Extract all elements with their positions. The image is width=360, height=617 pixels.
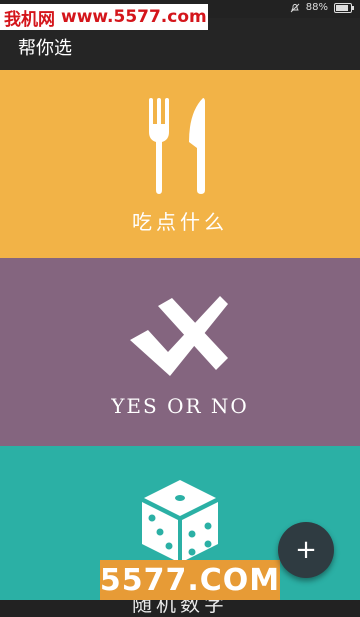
watermark-top: 我机网 www.5577.com [0,4,208,30]
watermark-bottom: 5577.COM [100,560,280,600]
plus-icon: + [295,535,317,565]
watermark-site-name: 我机网 [4,9,55,30]
card-what-to-eat[interactable]: 吃点什么 [0,70,360,258]
card-yes-or-no[interactable]: YES OR NO [0,258,360,446]
dice-icon [142,480,218,562]
card-label-what-to-eat: 吃点什么 [132,210,228,234]
check-cross-icon [130,296,228,376]
battery-percent: 88% [305,2,328,13]
add-button[interactable]: + [278,522,334,578]
battery-icon [334,2,354,13]
watermark-url: www.5577.com [61,7,207,27]
card-label-yes-or-no: YES OR NO [111,394,249,418]
mute-bell-icon [290,3,300,12]
status-indicators: 88% [290,2,354,13]
fork-knife-icon [149,98,205,194]
app-title: 帮你选 [18,38,72,59]
